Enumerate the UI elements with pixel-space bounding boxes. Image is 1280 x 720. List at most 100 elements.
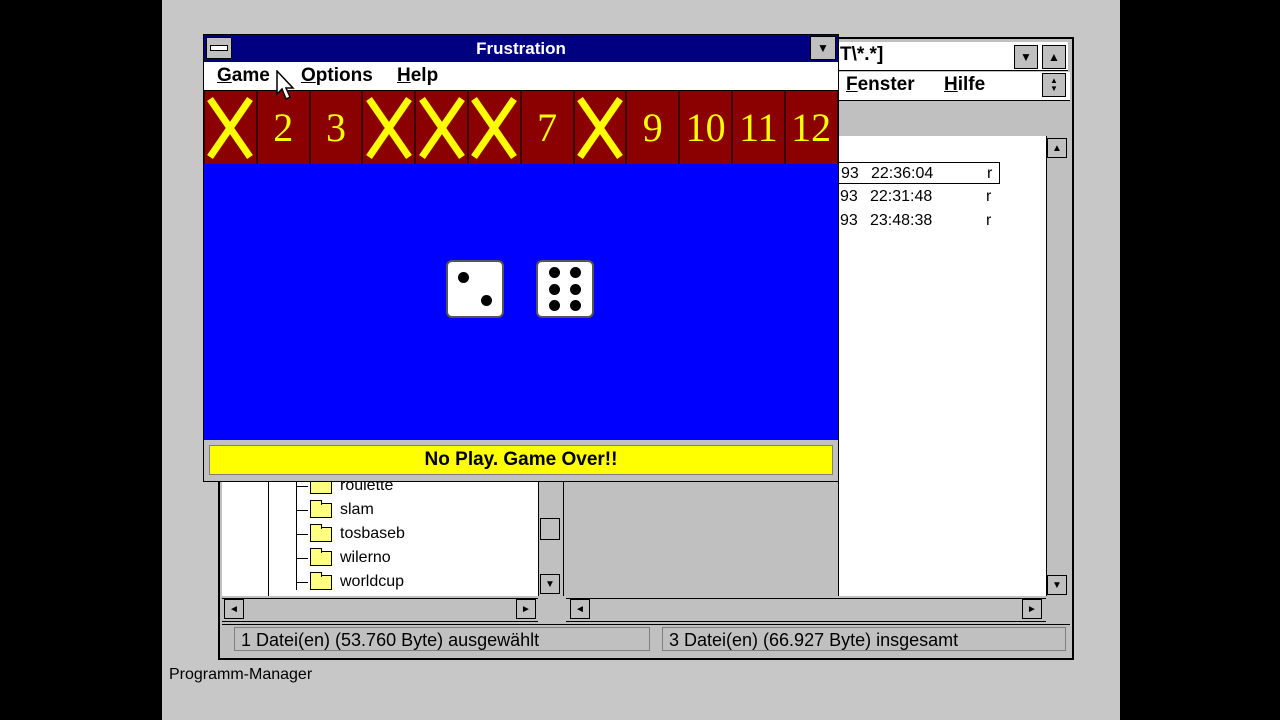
die-pip (548, 267, 560, 279)
menu-hilfe-label: ilfe (957, 74, 986, 95)
file-time: 22:36:04 (871, 165, 934, 182)
program-manager-icon-label[interactable]: Programm-Manager (169, 666, 312, 684)
die[interactable] (446, 260, 504, 318)
tile-crossed[interactable] (204, 91, 257, 164)
scroll-left-button[interactable]: ◄ (570, 599, 590, 619)
menu-game[interactable]: Game (217, 64, 270, 88)
file-row[interactable]: 93 22:36:04 r (838, 162, 1000, 184)
cross-icon (418, 96, 465, 159)
folder-label: worldcup (340, 573, 405, 590)
arrow-up-icon: ▲ (1052, 142, 1062, 154)
die-pip (570, 283, 582, 295)
arrow-down-icon: ▼ (1020, 50, 1032, 64)
tree-line (268, 482, 269, 596)
file-time: 22:31:48 (870, 188, 933, 205)
arrow-down-icon: ▼ (817, 41, 829, 55)
folder-label: tosbaseb (340, 525, 405, 542)
window-title: Frustration (476, 39, 566, 58)
arrow-down-icon: ▼ (545, 578, 555, 590)
tile-crossed[interactable] (573, 91, 627, 164)
tile-number[interactable]: 11 (731, 91, 785, 164)
arrow-left-icon: ◄ (229, 603, 239, 615)
menu-fenster[interactable]: Fenster (846, 74, 915, 96)
menu-help-mnemonic: H (397, 65, 411, 86)
menu-fenster-mnemonic: F (846, 74, 858, 95)
menu-options[interactable]: Options (301, 64, 373, 88)
frustration-menubar (204, 62, 838, 91)
cross-icon (365, 96, 412, 159)
die-pip (548, 299, 560, 311)
scroll-right-button[interactable]: ► (1022, 599, 1042, 619)
tile-crossed[interactable] (467, 91, 521, 164)
menu-hilfe-mnemonic: H (944, 74, 958, 95)
tree-folder[interactable]: tosbaseb (296, 523, 405, 545)
maximize-button[interactable]: ▲ (1042, 45, 1066, 69)
tile-number[interactable]: 10 (679, 91, 732, 164)
folder-label: slam (340, 501, 374, 518)
mouse-cursor-icon (276, 70, 295, 101)
tile-number[interactable]: 12 (784, 91, 838, 164)
system-menu-icon (210, 45, 228, 51)
tree-folder[interactable]: wilerno (296, 547, 391, 569)
number-tiles: 2 3 7 9 10 11 12 (204, 91, 838, 164)
cross-icon (207, 96, 254, 159)
cross-icon (471, 96, 518, 159)
arrow-right-icon: ► (521, 603, 531, 615)
scroll-left-button[interactable]: ◄ (224, 599, 244, 619)
file-manager-title: T\*.*] (840, 44, 884, 65)
menu-options-mnemonic: O (301, 65, 316, 86)
file-list-hscrollbar[interactable] (566, 598, 1046, 622)
game-status: No Play. Game Over!! (209, 445, 833, 475)
die-pip (457, 271, 469, 283)
arrow-down-icon: ▼ (1052, 579, 1062, 591)
cross-icon (577, 96, 623, 159)
file-date: 93 (841, 165, 859, 182)
system-menu-button[interactable] (206, 37, 232, 59)
minimize-button[interactable]: ▼ (1014, 45, 1038, 69)
tile-crossed[interactable] (362, 91, 416, 164)
file-date: 93 (840, 212, 858, 229)
scroll-down-button[interactable]: ▼ (540, 574, 560, 594)
die-pip (570, 267, 582, 279)
file-attr: r (986, 212, 992, 229)
menu-game-label: ame (231, 65, 270, 86)
arrow-up-icon: ▲ (1048, 50, 1060, 64)
arrow-left-icon: ◄ (575, 603, 585, 615)
folder-label: wilerno (340, 549, 391, 566)
restore-button[interactable]: ▲ ▼ (1042, 73, 1066, 97)
status-selected: 1 Datei(en) (53.760 Byte) ausgewählt (234, 627, 650, 651)
status-total: 3 Datei(en) (66.927 Byte) insgesamt (662, 627, 1066, 651)
menu-help[interactable]: Help (397, 64, 438, 88)
die-pip (548, 283, 560, 295)
minimize-button[interactable]: ▼ (810, 36, 836, 60)
die[interactable] (536, 260, 594, 318)
drive-bar (838, 101, 1070, 135)
file-list-scrollbar[interactable] (1046, 136, 1069, 596)
tile-number[interactable]: 7 (520, 91, 574, 164)
tile-crossed[interactable] (415, 91, 468, 164)
scroll-down-button[interactable]: ▼ (1047, 575, 1067, 595)
tree-hscrollbar[interactable] (222, 598, 538, 622)
menu-hilfe[interactable]: Hilfe (944, 74, 985, 96)
menu-options-label: ptions (315, 65, 373, 86)
game-field (204, 164, 838, 440)
scroll-up-button[interactable]: ▲ (1047, 138, 1067, 158)
menu-game-mnemonic: G (217, 65, 232, 86)
die-pip (570, 299, 582, 311)
arrow-right-icon: ► (1027, 603, 1037, 615)
menu-fenster-label: enster (857, 74, 915, 95)
restore-icon: ▲ ▼ (1050, 76, 1058, 93)
tile-number[interactable]: 3 (309, 91, 363, 164)
tree-folder[interactable]: slam (296, 499, 374, 521)
file-time: 23:48:38 (870, 212, 933, 229)
folder-icon (310, 547, 332, 566)
folder-icon (310, 523, 332, 542)
file-attr: r (987, 165, 993, 182)
die-pip (481, 295, 493, 307)
folder-icon (310, 499, 332, 518)
tree-folder[interactable]: worldcup (296, 571, 404, 593)
scroll-right-button[interactable]: ► (516, 599, 536, 619)
tile-number[interactable]: 9 (626, 91, 680, 164)
scroll-thumb[interactable] (540, 518, 560, 540)
file-date: 93 (840, 188, 858, 205)
